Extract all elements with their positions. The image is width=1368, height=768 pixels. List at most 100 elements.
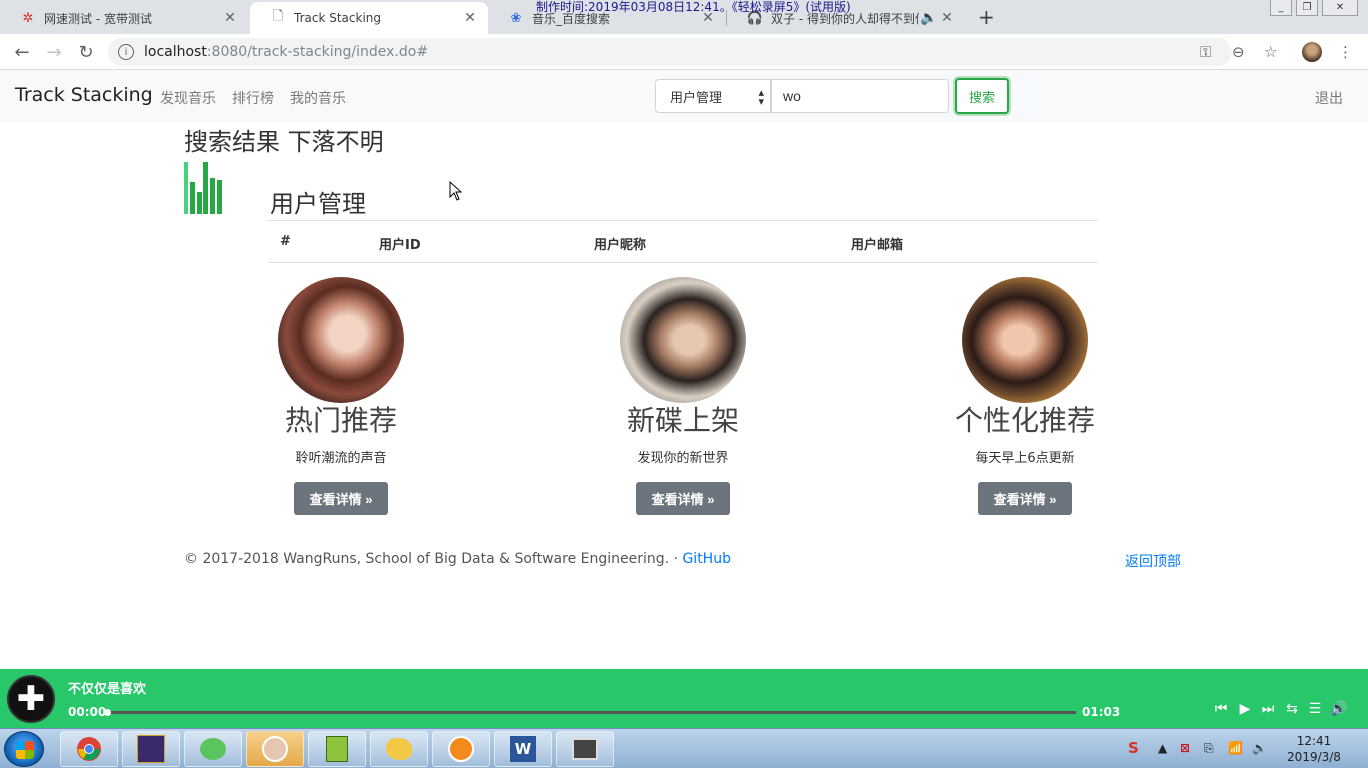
- site-navbar: Track Stacking 发现音乐 排行榜 我的音乐 用户管理 ▴▾ 搜索 …: [0, 70, 1368, 122]
- select-arrows-icon: ▴ ▾: [758, 86, 764, 108]
- previous-track-icon[interactable]: ⏮: [1212, 701, 1230, 717]
- search-button[interactable]: 搜索: [955, 78, 1009, 114]
- search-input[interactable]: [771, 79, 949, 113]
- search-category-value: 用户管理: [670, 90, 723, 106]
- profile-avatar[interactable]: [1302, 42, 1322, 62]
- progress-knob[interactable]: [104, 709, 111, 716]
- wechat-taskbar-icon[interactable]: [184, 731, 242, 767]
- restore-button[interactable]: ❐: [1296, 0, 1318, 16]
- url-host: localhost: [144, 44, 207, 60]
- chrome-taskbar-icon[interactable]: [60, 731, 118, 767]
- speedtest-favicon: ✲: [22, 10, 34, 26]
- view-details-button[interactable]: 查看详情 »: [978, 482, 1072, 515]
- sogou-input-icon[interactable]: S: [1128, 739, 1139, 757]
- zoom-icon[interactable]: ⊖: [1232, 43, 1245, 61]
- section-title: 用户管理: [270, 190, 366, 218]
- minimize-button[interactable]: _: [1270, 0, 1292, 16]
- playlist-icon[interactable]: ☰: [1306, 701, 1324, 717]
- close-tab-icon[interactable]: ✕: [222, 10, 238, 26]
- col-header-user-id: 用户ID: [379, 238, 421, 253]
- tab-track-stacking[interactable]: 🗋 Track Stacking ✕: [250, 2, 488, 34]
- equalizer-bars-icon: [184, 162, 222, 214]
- recorder-watermark: 制作时间:2019年03月08日12:41。《轻松录屏5》(试用版): [536, 0, 851, 14]
- screen-recorder-taskbar-icon[interactable]: [556, 731, 614, 767]
- feature-heading: 新碟上架: [626, 404, 739, 437]
- signal-strength-icon[interactable]: 📶: [1228, 741, 1243, 755]
- tab-speedtest[interactable]: ✲ 网速测试 - 宽带测试 ✕: [0, 2, 248, 34]
- col-header-index: #: [280, 234, 291, 249]
- page-icon: 🗋: [272, 9, 284, 24]
- window-controls: _ ❐ ✕: [1270, 0, 1358, 16]
- menu-kebab-icon[interactable]: ⋮: [1338, 43, 1353, 61]
- windows-logo-icon: [16, 741, 34, 759]
- windows-taskbar: W S ▲ ⊠ ⎘ 📶 🔈 12:41 2019/3/8: [0, 728, 1368, 768]
- feature-column-hot: 热门推荐 聆听潮流的声音 查看详情 »: [191, 277, 491, 515]
- feature-avatar: [962, 277, 1088, 403]
- audio-playing-icon: 🔈: [920, 10, 938, 26]
- current-time: 00:00: [68, 705, 107, 719]
- nav-my-music[interactable]: 我的音乐: [290, 88, 346, 108]
- col-header-nickname: 用户昵称: [594, 238, 647, 253]
- next-track-icon[interactable]: ⏭: [1259, 701, 1277, 717]
- feature-column-new: 新碟上架 发现你的新世界 查看详情 »: [533, 277, 833, 515]
- feature-heading: 热门推荐: [284, 404, 397, 437]
- duration: 01:03: [1082, 705, 1121, 719]
- search-result-title: 搜索结果 下落不明: [184, 128, 384, 156]
- feature-description: 聆听潮流的声音: [295, 451, 387, 466]
- view-details-button[interactable]: 查看详情 »: [636, 482, 730, 515]
- repeat-mode-icon[interactable]: ⇆: [1283, 701, 1301, 717]
- word-taskbar-icon[interactable]: W: [494, 731, 552, 767]
- system-clock[interactable]: 12:41 2019/3/8: [1284, 733, 1344, 765]
- tab-title: 网速测试 - 宽带测试: [44, 11, 152, 26]
- feature-heading: 个性化推荐: [954, 404, 1095, 437]
- reload-icon[interactable]: ↻: [75, 41, 97, 63]
- tray-expand-icon[interactable]: ▲: [1158, 741, 1167, 755]
- feature-avatar: [620, 277, 746, 403]
- volume-icon[interactable]: 🔊: [1330, 701, 1348, 717]
- back-to-top-link[interactable]: 返回顶部: [1125, 551, 1181, 571]
- browser-toolbar: ← → ↻ i localhost:8080/track-stacking/in…: [0, 34, 1368, 70]
- usb-device-icon[interactable]: ⎘: [1204, 741, 1214, 756]
- search-category-select[interactable]: 用户管理 ▴ ▾: [655, 79, 771, 113]
- browser-tab-strip: ✲ 网速测试 - 宽带测试 ✕ 🗋 Track Stacking ✕ ❀ 音乐_…: [0, 0, 1368, 34]
- network-error-icon[interactable]: ⊠: [1180, 741, 1190, 755]
- mouse-cursor-icon: [449, 181, 463, 201]
- music-player-bar: ✚ 不仅仅是喜欢 00:00 01:03 ⏮ ▶ ⏭ ⇆ ☰ 🔊: [0, 669, 1368, 728]
- feature-column-personalized: 个性化推荐 每天早上6点更新 查看详情 »: [875, 277, 1175, 515]
- feature-description: 每天早上6点更新: [975, 451, 1075, 466]
- github-link[interactable]: GitHub: [682, 551, 731, 567]
- nav-charts[interactable]: 排行榜: [232, 88, 274, 108]
- feature-avatar: [278, 277, 404, 403]
- photo-app-taskbar-icon[interactable]: [246, 731, 304, 767]
- copyright-text: © 2017-2018 WangRuns, School of Big Data…: [184, 551, 683, 567]
- key-icon[interactable]: ⚿: [1200, 43, 1211, 61]
- player-add-icon[interactable]: ✚: [7, 675, 55, 723]
- close-tab-icon[interactable]: ✕: [462, 10, 478, 26]
- view-details-button[interactable]: 查看详情 »: [294, 482, 388, 515]
- play-icon[interactable]: ▶: [1236, 701, 1254, 717]
- bookmark-star-icon[interactable]: ☆: [1264, 43, 1277, 61]
- feature-description: 发现你的新世界: [637, 451, 729, 466]
- forward-icon[interactable]: →: [43, 41, 65, 63]
- col-header-email: 用户邮箱: [851, 238, 904, 253]
- notepad-taskbar-icon[interactable]: [308, 731, 366, 767]
- folder-taskbar-icon[interactable]: [370, 731, 428, 767]
- site-info-icon[interactable]: i: [118, 44, 134, 60]
- logout-link[interactable]: 退出: [1315, 88, 1343, 108]
- progress-track[interactable]: [104, 709, 1076, 716]
- close-tab-icon[interactable]: ✕: [939, 10, 955, 26]
- song-title: 不仅仅是喜欢: [68, 682, 147, 697]
- close-window-button[interactable]: ✕: [1322, 0, 1358, 16]
- java-ee-ide-taskbar-icon[interactable]: [122, 731, 180, 767]
- brand-logo[interactable]: Track Stacking: [15, 84, 153, 106]
- nav-discover-music[interactable]: 发现音乐: [160, 88, 216, 108]
- new-tab-button[interactable]: +: [978, 5, 995, 29]
- clock-date: 2019/3/8: [1287, 750, 1341, 764]
- speaker-icon[interactable]: 🔈: [1252, 741, 1267, 755]
- clock-time: 12:41: [1296, 734, 1332, 748]
- start-button[interactable]: [4, 731, 44, 767]
- back-icon[interactable]: ←: [11, 41, 33, 63]
- media-player-taskbar-icon[interactable]: [432, 731, 490, 767]
- user-results-table: # 用户ID 用户昵称 用户邮箱: [268, 220, 1098, 263]
- address-bar[interactable]: i localhost:8080/track-stacking/index.do…: [108, 38, 1232, 66]
